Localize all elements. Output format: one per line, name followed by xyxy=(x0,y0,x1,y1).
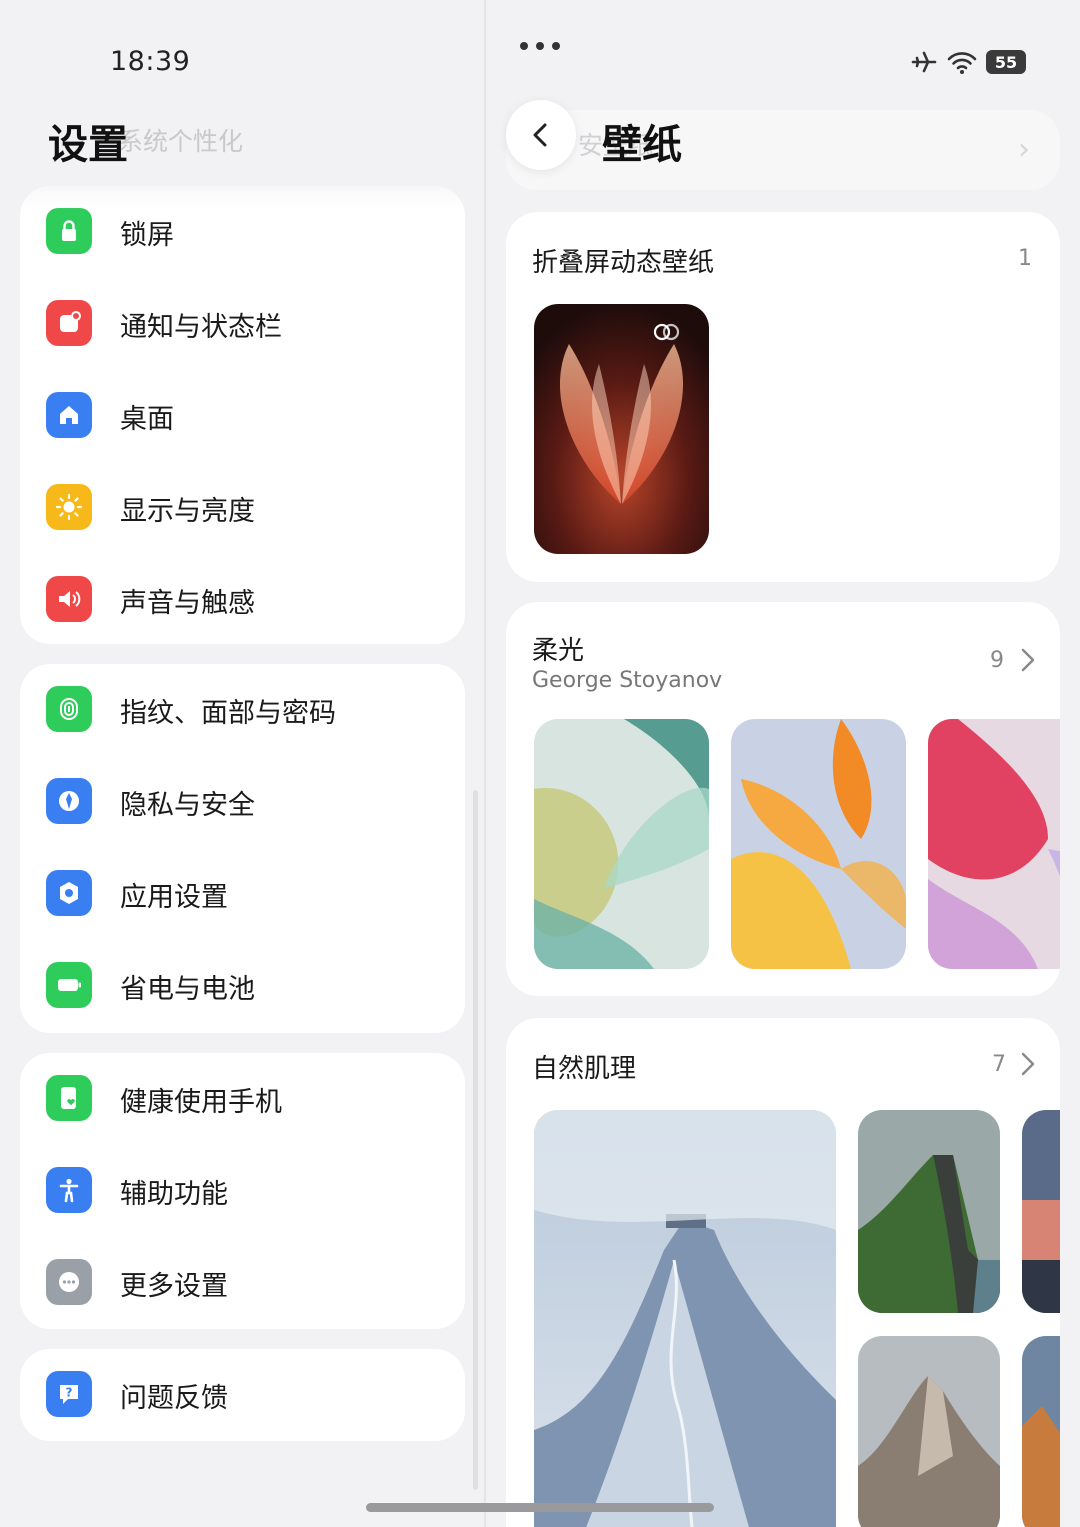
settings-item-label: 指纹、面部与密码 xyxy=(120,698,336,729)
settings-item-digital-wellbeing[interactable]: 健康使用手机 xyxy=(20,1053,465,1145)
section-title: 折叠屏动态壁纸 xyxy=(532,248,715,278)
settings-item-sound[interactable]: 声音与触感 xyxy=(20,554,465,644)
settings-item-feedback[interactable]: ? 问题反馈 xyxy=(20,1349,465,1441)
settings-group-security: 指纹、面部与密码 隐私与安全 应用设置 省电与电池 xyxy=(20,664,465,1033)
wallpaper-thumbnail[interactable] xyxy=(534,719,709,969)
settings-item-label: 锁屏 xyxy=(120,220,174,251)
section-title: 柔光 xyxy=(532,636,585,666)
wallpaper-thumbnail[interactable] xyxy=(858,1336,1000,1527)
wallpaper-thumbnail[interactable] xyxy=(858,1110,1000,1313)
chevron-right-icon xyxy=(1021,1052,1035,1076)
settings-item-accessibility[interactable]: 辅助功能 xyxy=(20,1145,465,1237)
airplane-icon xyxy=(911,51,937,73)
app-settings-icon xyxy=(46,870,92,916)
settings-item-more[interactable]: 更多设置 xyxy=(20,1237,465,1329)
wallpaper-section-live[interactable]: 折叠屏动态壁纸 1 xyxy=(506,212,1060,582)
svg-text:?: ? xyxy=(66,1386,73,1400)
wifi-icon xyxy=(947,52,977,74)
wallpaper-thumbnail[interactable] xyxy=(1022,1336,1060,1527)
settings-item-notifications[interactable]: 通知与状态栏 xyxy=(20,278,465,370)
settings-pane: 18:39 系统个性化 设置 锁屏 通知与状态栏 桌面 显示与亮度 声音与触感 … xyxy=(0,0,484,1527)
settings-item-label: 通知与状态栏 xyxy=(120,312,282,343)
accessibility-icon xyxy=(46,1167,92,1213)
settings-item-display[interactable]: 显示与亮度 xyxy=(20,462,465,554)
settings-item-label: 显示与亮度 xyxy=(120,496,255,527)
settings-item-desktop[interactable]: 桌面 xyxy=(20,370,465,462)
settings-item-label: 健康使用手机 xyxy=(120,1087,282,1118)
settings-item-label: 问题反馈 xyxy=(120,1383,228,1414)
home-icon xyxy=(46,392,92,438)
multitask-handle-icon[interactable] xyxy=(520,42,560,50)
settings-group-feedback: ? 问题反馈 xyxy=(20,1349,465,1441)
speaker-icon xyxy=(46,576,92,622)
settings-item-biometrics[interactable]: 指纹、面部与密码 xyxy=(20,664,465,756)
settings-item-label: 应用设置 xyxy=(120,882,228,913)
feedback-icon: ? xyxy=(46,1371,92,1417)
wallpaper-pane: 55 安壁纸 › 壁纸 折叠屏动态壁纸 1 柔光 George Stoyanov… xyxy=(486,0,1080,1527)
scrollbar[interactable] xyxy=(473,790,478,1490)
scroll-fade xyxy=(20,170,465,210)
home-indicator[interactable] xyxy=(366,1503,714,1512)
battery-icon xyxy=(46,962,92,1008)
status-time: 18:39 xyxy=(110,46,191,77)
back-button[interactable] xyxy=(506,100,576,170)
settings-item-label: 隐私与安全 xyxy=(120,790,255,821)
wallpaper-thumbnail[interactable] xyxy=(534,304,709,554)
section-count: 9 xyxy=(990,648,1004,673)
wallpaper-thumbnail[interactable] xyxy=(731,719,906,969)
settings-group-wellbeing: 健康使用手机 辅助功能 更多设置 xyxy=(20,1053,465,1329)
fingerprint-icon xyxy=(46,686,92,732)
settings-item-label: 辅助功能 xyxy=(120,1179,228,1210)
wallpaper-thumbnail[interactable] xyxy=(534,1110,836,1527)
wallpaper-thumbnail[interactable] xyxy=(1022,1110,1060,1313)
chevron-right-icon xyxy=(1021,648,1035,672)
more-icon xyxy=(46,1259,92,1305)
settings-item-apps[interactable]: 应用设置 xyxy=(20,848,465,940)
settings-item-label: 更多设置 xyxy=(120,1271,228,1302)
settings-item-label: 省电与电池 xyxy=(120,974,255,1005)
section-count: 1 xyxy=(1018,246,1032,271)
wallpaper-thumbnail[interactable] xyxy=(928,719,1060,969)
section-author: George Stoyanov xyxy=(532,668,723,693)
wallpaper-section-nature-texture[interactable]: 自然肌理 7 xyxy=(506,1018,1060,1527)
lock-icon xyxy=(46,208,92,254)
settings-item-label: 声音与触感 xyxy=(120,588,255,619)
privacy-icon xyxy=(46,778,92,824)
section-count: 7 xyxy=(992,1052,1006,1077)
notification-icon xyxy=(46,300,92,346)
wallpaper-section-soft-light[interactable]: 柔光 George Stoyanov 9 xyxy=(506,602,1060,996)
chevron-left-icon xyxy=(533,123,547,147)
settings-group-personalization: 锁屏 通知与状态栏 桌面 显示与亮度 声音与触感 xyxy=(20,186,465,644)
page-title: 设置 xyxy=(48,122,128,168)
page-title: 壁纸 xyxy=(602,122,682,168)
ghost-title: 系统个性化 xyxy=(118,127,244,156)
settings-item-battery[interactable]: 省电与电池 xyxy=(20,940,465,1032)
sun-icon xyxy=(46,484,92,530)
settings-item-label: 桌面 xyxy=(120,404,174,435)
status-icons: 55 xyxy=(910,48,1026,76)
health-icon xyxy=(46,1075,92,1121)
ghost-chevron-right-icon: › xyxy=(1018,132,1030,167)
settings-item-privacy[interactable]: 隐私与安全 xyxy=(20,756,465,848)
battery-indicator: 55 xyxy=(986,50,1026,74)
section-title: 自然肌理 xyxy=(532,1054,637,1084)
